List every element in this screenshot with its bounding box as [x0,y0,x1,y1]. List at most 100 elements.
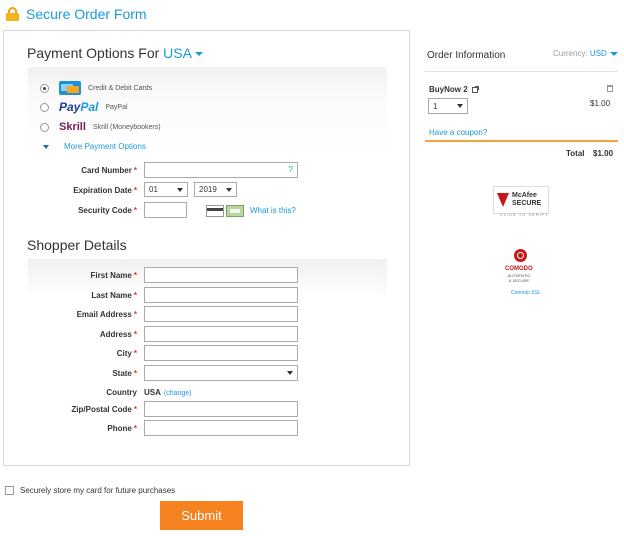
city-label: City * [7,349,137,358]
city-input[interactable] [144,345,298,361]
payment-country-label: USA [163,45,192,61]
address-label: Address * [7,330,137,339]
comodo-subtitle: AUTHENTIC & SECURE [507,273,531,283]
required-mark: * [133,369,137,378]
phone-label: Phone * [7,424,137,433]
more-payment-options[interactable]: More Payment Options [43,142,146,151]
state-label-text: State [112,369,132,378]
comodo-ssl-link[interactable]: Comodo SSL [511,290,541,296]
card-number-help-icon[interactable]: ? [289,165,293,174]
page-title: Secure Order Form [26,6,147,22]
total-value: $1.00 [593,149,614,158]
mcafee-name: McAfee [512,192,537,199]
product-name-text: BuyNow 2 [429,85,468,94]
mcafee-text: McAfee SECURE [512,192,541,208]
quantity-select[interactable]: 1 [428,98,468,114]
payment-skrill-radio[interactable] [40,122,49,132]
country-value-text: USA [144,388,161,397]
payment-options-title: Payment Options For USA [27,45,203,61]
address-label-text: Address [99,330,132,339]
store-card-label: Securely store my card for future purcha… [20,486,176,495]
currency-value: USD [589,49,607,58]
expiration-label-text: Expiration Date [73,186,132,195]
external-link-icon[interactable] [471,85,479,93]
mcafee-secure-badge[interactable]: McAfee SECURE [493,186,549,214]
paypal-logo: PayPal [59,100,98,114]
security-code-label-text: Security Code [78,206,132,215]
phone-label-text: Phone [107,424,132,433]
comodo-lock-icon [514,249,527,262]
payment-country-dropdown[interactable]: USA [163,45,203,61]
required-mark: * [133,186,137,195]
required-mark: * [133,291,137,300]
coupon-divider [425,140,618,142]
email-label-text: Email Address [76,310,132,319]
paypal-logo-part2: Pal [80,100,99,114]
card-front-icon [226,205,244,217]
trash-icon[interactable] [607,85,613,92]
product-name: BuyNow 2 [429,85,479,94]
payment-options-label: Payment Options For [27,45,160,61]
city-label-text: City [116,349,132,358]
card-number-input[interactable]: ? [144,162,298,178]
required-mark: * [133,349,137,358]
change-country-link[interactable]: (change) [164,390,192,397]
dropdown-arrow-icon [457,104,463,108]
required-mark: * [133,424,137,433]
last-name-input[interactable] [144,287,298,303]
expiration-month-select[interactable]: 01 [144,182,188,197]
phone-input[interactable] [144,420,298,436]
shopper-details-title: Shopper Details [27,237,127,253]
paypal-logo-part1: Pay [59,100,81,114]
skrill-logo: Skrill [59,121,86,133]
page-header: Secure Order Form [6,5,147,23]
total-label: Total [566,149,585,158]
expiration-date-label: Expiration Date * [7,186,137,195]
currency-dropdown[interactable]: USD [590,49,618,58]
store-card-row[interactable]: Securely store my card for future purcha… [5,486,175,495]
email-input[interactable] [144,306,298,322]
comodo-name: COMODO [505,266,533,272]
mcafee-verify-text: CLICK TO VERIFY [500,212,549,217]
security-code-input[interactable] [144,202,187,218]
chevron-down-icon [609,51,618,56]
zip-label-text: Zip/Postal Code [71,405,132,414]
quantity-value: 1 [433,101,438,111]
payment-paypal-radio[interactable] [40,102,49,112]
payment-option-paypal[interactable]: PayPal PayPal [40,100,128,114]
dropdown-arrow-icon [287,371,293,375]
card-number-label: Card Number * [7,166,137,175]
country-label: Country [106,388,137,397]
expiration-year-value: 2019 [199,185,217,194]
store-card-checkbox[interactable] [5,486,14,495]
address-input[interactable] [144,326,298,342]
currency-selector[interactable]: Currency: USD [553,49,618,58]
currency-label: Currency: [553,49,588,58]
zip-label: Zip/Postal Code * [7,405,137,414]
zip-input[interactable] [144,401,298,417]
more-payment-options-link[interactable]: More Payment Options [64,142,146,151]
first-name-label: First Name * [7,271,137,280]
lock-icon [6,7,19,21]
country-value: USA (change) [144,388,192,397]
first-name-input[interactable] [144,267,298,283]
state-select[interactable] [144,365,298,381]
submit-button[interactable]: Submit [160,501,243,530]
coupon-link[interactable]: Have a coupon? [429,128,487,137]
required-mark: * [133,271,137,280]
dropdown-arrow-icon [177,187,183,192]
order-form-card: Payment Options For USA Credit & Debit C… [3,30,410,466]
triangle-down-icon [43,144,49,149]
payment-card-radio[interactable] [40,83,49,93]
payment-option-card[interactable]: Credit & Debit Cards [40,81,152,95]
order-information-title: Order Information [427,50,506,61]
chevron-down-icon [194,52,203,57]
expiration-year-select[interactable]: 2019 [194,182,237,197]
what-is-this-link[interactable]: What is this? [250,206,296,215]
credit-card-icon [59,81,81,95]
required-mark: * [133,330,137,339]
last-name-label: Last Name * [7,291,137,300]
required-mark: * [133,206,137,215]
payment-option-skrill[interactable]: Skrill Skrill (Moneybookers) [40,121,161,133]
required-mark: * [133,166,137,175]
